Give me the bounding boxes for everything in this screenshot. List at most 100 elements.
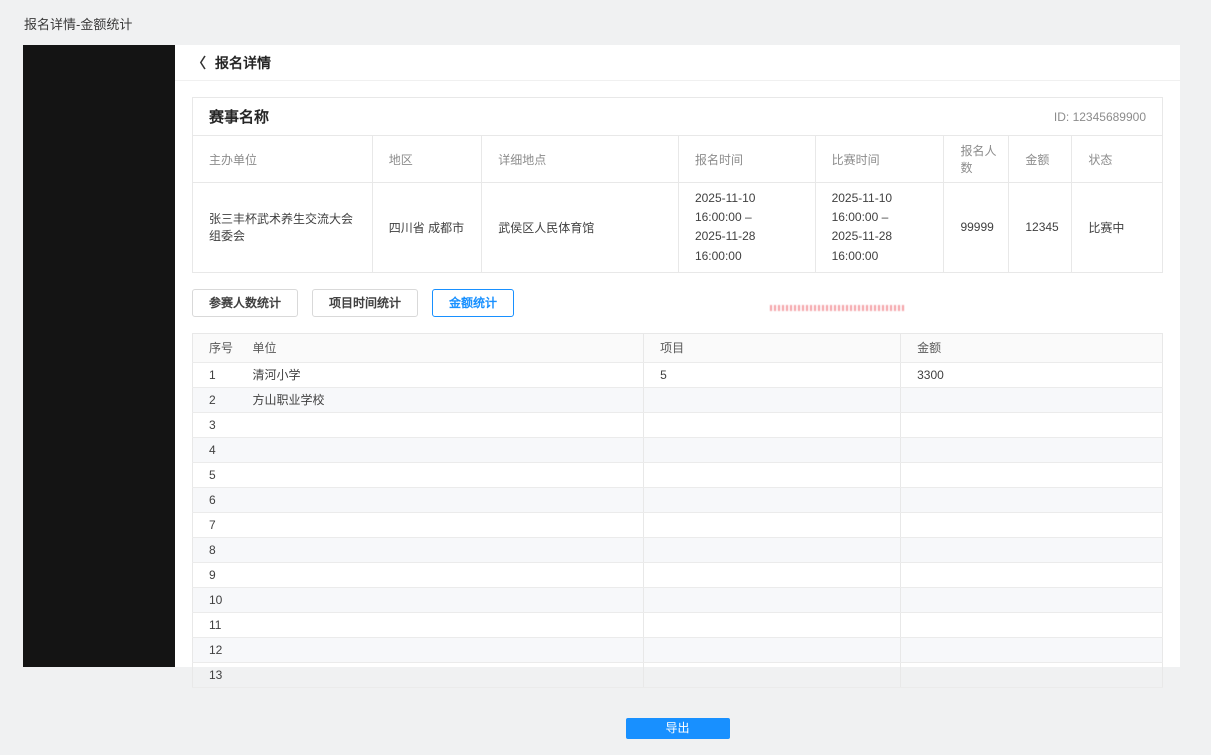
table-row: 12 [193, 637, 1163, 662]
cell-amount [901, 537, 1163, 562]
cell-project [644, 412, 901, 437]
cell-amount [901, 587, 1163, 612]
event-match-time: 2025-11-10 16:00:00 – 2025-11-28 16:00:0… [815, 183, 944, 272]
cell-unit [237, 512, 644, 537]
cell-unit [237, 487, 644, 512]
cell-index: 2 [193, 387, 237, 412]
event-header: 赛事名称 ID: 12345689900 [193, 98, 1162, 135]
event-col-signup-count: 报名人数 [944, 136, 1009, 183]
cell-index: 6 [193, 487, 237, 512]
event-info-row: 张三丰杯武术养生交流大会组委会 四川省 成都市 武侯区人民体育馆 2025-11… [193, 183, 1162, 272]
cell-index: 3 [193, 412, 237, 437]
stats-table-body: 1 清河小学 5 3300 2 方山职业学校 3 [193, 362, 1163, 687]
cell-project [644, 462, 901, 487]
tab-participant-count[interactable]: 参赛人数统计 [192, 289, 298, 317]
cell-index: 11 [193, 612, 237, 637]
cell-project [644, 537, 901, 562]
cell-project [644, 587, 901, 612]
event-col-signup-time: 报名时间 [678, 136, 815, 183]
event-id: ID: 12345689900 [1054, 110, 1146, 124]
cell-index: 13 [193, 662, 237, 687]
cell-project [644, 637, 901, 662]
amount-stats-table: 序号 单位 项目 金额 1 清河小学 5 3300 2 [192, 333, 1163, 688]
stats-col-index: 序号 [193, 333, 237, 362]
cell-project [644, 512, 901, 537]
topbar-title: 报名详情 [215, 53, 271, 73]
table-row: 1 清河小学 5 3300 [193, 362, 1163, 387]
cell-unit [237, 637, 644, 662]
stats-table-header-row: 序号 单位 项目 金额 [193, 333, 1163, 362]
event-col-status: 状态 [1072, 136, 1162, 183]
event-signup-count: 99999 [944, 183, 1009, 272]
cell-amount [901, 562, 1163, 587]
cell-project: 5 [644, 362, 901, 387]
cell-unit [237, 437, 644, 462]
cell-amount [901, 487, 1163, 512]
cell-unit [237, 537, 644, 562]
back-icon[interactable]: 〈 [192, 56, 206, 70]
cell-unit: 清河小学 [237, 362, 644, 387]
status-badge: 比赛中 [1072, 183, 1162, 272]
cell-amount: 3300 [901, 362, 1163, 387]
cell-amount [901, 637, 1163, 662]
stats-col-amount: 金额 [901, 333, 1163, 362]
cell-amount [901, 612, 1163, 637]
cell-index: 10 [193, 587, 237, 612]
event-amount: 12345 [1009, 183, 1072, 272]
cell-unit [237, 462, 644, 487]
cell-amount [901, 662, 1163, 687]
sidebar [23, 45, 175, 667]
table-row: 11 [193, 612, 1163, 637]
event-col-match-time: 比赛时间 [815, 136, 944, 183]
stats-tabs: 参赛人数统计 项目时间统计 金额统计 [192, 289, 1163, 317]
event-organizer: 张三丰杯武术养生交流大会组委会 [193, 183, 372, 272]
table-row: 9 [193, 562, 1163, 587]
cell-unit [237, 412, 644, 437]
event-col-amount: 金额 [1009, 136, 1072, 183]
event-address: 武侯区人民体育馆 [482, 183, 679, 272]
cell-amount [901, 412, 1163, 437]
table-row: 13 [193, 662, 1163, 687]
cell-index: 1 [193, 362, 237, 387]
event-info-table: 主办单位 地区 详细地点 报名时间 比赛时间 报名人数 金额 状态 张三丰杯武术… [193, 135, 1162, 272]
cell-project [644, 387, 901, 412]
cell-index: 5 [193, 462, 237, 487]
event-col-organizer: 主办单位 [193, 136, 372, 183]
topbar: 〈 报名详情 [175, 45, 1180, 81]
cell-project [644, 612, 901, 637]
table-row: 10 [193, 587, 1163, 612]
cell-amount [901, 387, 1163, 412]
table-row: 7 [193, 512, 1163, 537]
stats-col-unit: 单位 [237, 333, 644, 362]
table-row: 6 [193, 487, 1163, 512]
cell-index: 8 [193, 537, 237, 562]
table-row: 2 方山职业学校 [193, 387, 1163, 412]
table-row: 4 [193, 437, 1163, 462]
cell-project [644, 437, 901, 462]
cell-project [644, 662, 901, 687]
cell-project [644, 562, 901, 587]
event-info-box: 赛事名称 ID: 12345689900 主办单位 地区 详细地点 报名时间 比… [192, 97, 1163, 273]
cell-index: 9 [193, 562, 237, 587]
tab-amount-stats[interactable]: 金额统计 [432, 289, 514, 317]
table-row: 3 [193, 412, 1163, 437]
event-signup-time: 2025-11-10 16:00:00 – 2025-11-28 16:00:0… [678, 183, 815, 272]
content-area: 赛事名称 ID: 12345689900 主办单位 地区 详细地点 报名时间 比… [175, 81, 1180, 755]
table-row: 5 [193, 462, 1163, 487]
cell-unit [237, 562, 644, 587]
export-button[interactable]: 导出 [626, 718, 730, 739]
event-section-title: 赛事名称 [209, 106, 269, 127]
stats-col-project: 项目 [644, 333, 901, 362]
cell-unit: 方山职业学校 [237, 387, 644, 412]
export-row: 导出 [192, 718, 1163, 739]
cell-unit [237, 612, 644, 637]
cell-amount [901, 462, 1163, 487]
cell-index: 7 [193, 512, 237, 537]
cell-amount [901, 437, 1163, 462]
cell-project [644, 487, 901, 512]
tab-project-time[interactable]: 项目时间统计 [312, 289, 418, 317]
main-panel: 〈 报名详情 赛事名称 ID: 12345689900 主办单位 地区 详细地 [175, 45, 1180, 667]
cell-unit [237, 662, 644, 687]
cell-index: 12 [193, 637, 237, 662]
event-table-header-row: 主办单位 地区 详细地点 报名时间 比赛时间 报名人数 金额 状态 [193, 136, 1162, 183]
